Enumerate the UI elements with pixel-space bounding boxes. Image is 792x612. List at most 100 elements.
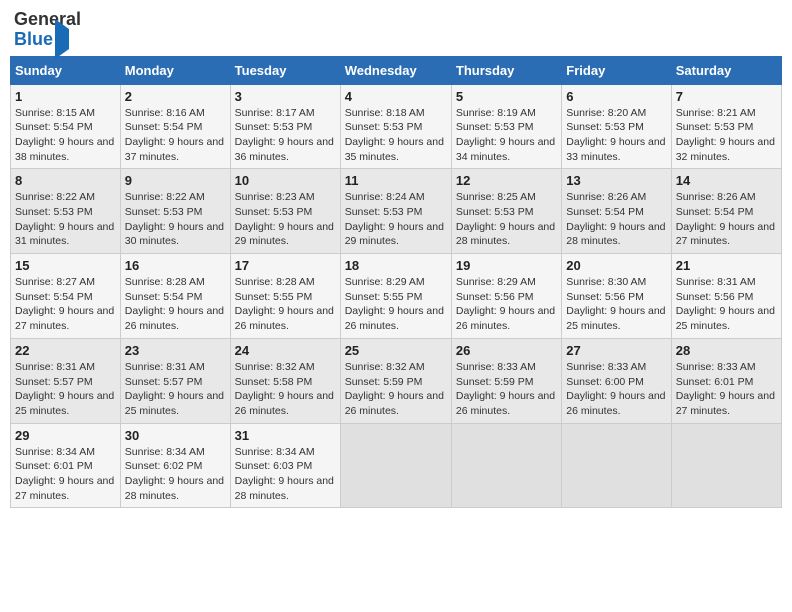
weekday-header-row: SundayMondayTuesdayWednesdayThursdayFrid… <box>11 56 782 84</box>
calendar-cell: 25 Sunrise: 8:32 AM Sunset: 5:59 PM Dayl… <box>340 338 451 423</box>
calendar-cell: 8 Sunrise: 8:22 AM Sunset: 5:53 PM Dayli… <box>11 169 121 254</box>
day-number: 5 <box>456 89 557 104</box>
weekday-monday: Monday <box>120 56 230 84</box>
day-number: 12 <box>456 173 557 188</box>
day-info: Sunrise: 8:21 AM Sunset: 5:53 PM Dayligh… <box>676 106 777 165</box>
calendar-cell: 30 Sunrise: 8:34 AM Sunset: 6:02 PM Dayl… <box>120 423 230 508</box>
calendar-cell: 29 Sunrise: 8:34 AM Sunset: 6:01 PM Dayl… <box>11 423 121 508</box>
calendar-week-2: 8 Sunrise: 8:22 AM Sunset: 5:53 PM Dayli… <box>11 169 782 254</box>
calendar-cell: 14 Sunrise: 8:26 AM Sunset: 5:54 PM Dayl… <box>671 169 781 254</box>
calendar-week-4: 22 Sunrise: 8:31 AM Sunset: 5:57 PM Dayl… <box>11 338 782 423</box>
day-info: Sunrise: 8:25 AM Sunset: 5:53 PM Dayligh… <box>456 190 557 249</box>
day-number: 18 <box>345 258 447 273</box>
day-number: 30 <box>125 428 226 443</box>
day-number: 10 <box>235 173 336 188</box>
calendar-cell: 24 Sunrise: 8:32 AM Sunset: 5:58 PM Dayl… <box>230 338 340 423</box>
day-number: 4 <box>345 89 447 104</box>
day-info: Sunrise: 8:20 AM Sunset: 5:53 PM Dayligh… <box>566 106 666 165</box>
page-header: General Blue <box>10 10 782 50</box>
day-number: 2 <box>125 89 226 104</box>
calendar-cell: 7 Sunrise: 8:21 AM Sunset: 5:53 PM Dayli… <box>671 84 781 169</box>
day-info: Sunrise: 8:17 AM Sunset: 5:53 PM Dayligh… <box>235 106 336 165</box>
calendar-cell <box>451 423 561 508</box>
weekday-tuesday: Tuesday <box>230 56 340 84</box>
day-number: 28 <box>676 343 777 358</box>
day-number: 9 <box>125 173 226 188</box>
day-number: 15 <box>15 258 116 273</box>
calendar-cell: 23 Sunrise: 8:31 AM Sunset: 5:57 PM Dayl… <box>120 338 230 423</box>
calendar-cell: 10 Sunrise: 8:23 AM Sunset: 5:53 PM Dayl… <box>230 169 340 254</box>
calendar-cell: 11 Sunrise: 8:24 AM Sunset: 5:53 PM Dayl… <box>340 169 451 254</box>
day-info: Sunrise: 8:29 AM Sunset: 5:56 PM Dayligh… <box>456 275 557 334</box>
day-number: 3 <box>235 89 336 104</box>
weekday-saturday: Saturday <box>671 56 781 84</box>
calendar-cell: 1 Sunrise: 8:15 AM Sunset: 5:54 PM Dayli… <box>11 84 121 169</box>
logo-arrow-icon <box>55 19 69 59</box>
day-info: Sunrise: 8:28 AM Sunset: 5:54 PM Dayligh… <box>125 275 226 334</box>
day-info: Sunrise: 8:31 AM Sunset: 5:57 PM Dayligh… <box>125 360 226 419</box>
day-info: Sunrise: 8:22 AM Sunset: 5:53 PM Dayligh… <box>125 190 226 249</box>
day-number: 26 <box>456 343 557 358</box>
calendar-cell: 9 Sunrise: 8:22 AM Sunset: 5:53 PM Dayli… <box>120 169 230 254</box>
calendar-cell: 17 Sunrise: 8:28 AM Sunset: 5:55 PM Dayl… <box>230 254 340 339</box>
day-info: Sunrise: 8:19 AM Sunset: 5:53 PM Dayligh… <box>456 106 557 165</box>
day-info: Sunrise: 8:32 AM Sunset: 5:58 PM Dayligh… <box>235 360 336 419</box>
calendar-cell <box>340 423 451 508</box>
calendar-cell: 6 Sunrise: 8:20 AM Sunset: 5:53 PM Dayli… <box>562 84 671 169</box>
day-number: 7 <box>676 89 777 104</box>
day-info: Sunrise: 8:18 AM Sunset: 5:53 PM Dayligh… <box>345 106 447 165</box>
day-number: 27 <box>566 343 666 358</box>
day-info: Sunrise: 8:33 AM Sunset: 6:00 PM Dayligh… <box>566 360 666 419</box>
day-info: Sunrise: 8:33 AM Sunset: 6:01 PM Dayligh… <box>676 360 777 419</box>
day-info: Sunrise: 8:26 AM Sunset: 5:54 PM Dayligh… <box>676 190 777 249</box>
calendar-cell: 16 Sunrise: 8:28 AM Sunset: 5:54 PM Dayl… <box>120 254 230 339</box>
calendar-cell: 12 Sunrise: 8:25 AM Sunset: 5:53 PM Dayl… <box>451 169 561 254</box>
day-info: Sunrise: 8:22 AM Sunset: 5:53 PM Dayligh… <box>15 190 116 249</box>
calendar-cell: 18 Sunrise: 8:29 AM Sunset: 5:55 PM Dayl… <box>340 254 451 339</box>
calendar-table: SundayMondayTuesdayWednesdayThursdayFrid… <box>10 56 782 509</box>
calendar-cell: 4 Sunrise: 8:18 AM Sunset: 5:53 PM Dayli… <box>340 84 451 169</box>
logo-general: General <box>14 9 81 29</box>
day-info: Sunrise: 8:32 AM Sunset: 5:59 PM Dayligh… <box>345 360 447 419</box>
calendar-body: 1 Sunrise: 8:15 AM Sunset: 5:54 PM Dayli… <box>11 84 782 508</box>
day-info: Sunrise: 8:26 AM Sunset: 5:54 PM Dayligh… <box>566 190 666 249</box>
calendar-week-1: 1 Sunrise: 8:15 AM Sunset: 5:54 PM Dayli… <box>11 84 782 169</box>
day-info: Sunrise: 8:29 AM Sunset: 5:55 PM Dayligh… <box>345 275 447 334</box>
calendar-cell: 5 Sunrise: 8:19 AM Sunset: 5:53 PM Dayli… <box>451 84 561 169</box>
calendar-cell: 28 Sunrise: 8:33 AM Sunset: 6:01 PM Dayl… <box>671 338 781 423</box>
weekday-sunday: Sunday <box>11 56 121 84</box>
day-info: Sunrise: 8:31 AM Sunset: 5:56 PM Dayligh… <box>676 275 777 334</box>
day-number: 22 <box>15 343 116 358</box>
day-number: 6 <box>566 89 666 104</box>
day-number: 13 <box>566 173 666 188</box>
calendar-cell: 27 Sunrise: 8:33 AM Sunset: 6:00 PM Dayl… <box>562 338 671 423</box>
calendar-cell: 15 Sunrise: 8:27 AM Sunset: 5:54 PM Dayl… <box>11 254 121 339</box>
day-info: Sunrise: 8:24 AM Sunset: 5:53 PM Dayligh… <box>345 190 447 249</box>
day-info: Sunrise: 8:31 AM Sunset: 5:57 PM Dayligh… <box>15 360 116 419</box>
day-info: Sunrise: 8:28 AM Sunset: 5:55 PM Dayligh… <box>235 275 336 334</box>
calendar-week-3: 15 Sunrise: 8:27 AM Sunset: 5:54 PM Dayl… <box>11 254 782 339</box>
calendar-cell: 21 Sunrise: 8:31 AM Sunset: 5:56 PM Dayl… <box>671 254 781 339</box>
day-info: Sunrise: 8:34 AM Sunset: 6:01 PM Dayligh… <box>15 445 116 504</box>
calendar-cell: 19 Sunrise: 8:29 AM Sunset: 5:56 PM Dayl… <box>451 254 561 339</box>
calendar-week-5: 29 Sunrise: 8:34 AM Sunset: 6:01 PM Dayl… <box>11 423 782 508</box>
calendar-cell: 3 Sunrise: 8:17 AM Sunset: 5:53 PM Dayli… <box>230 84 340 169</box>
day-number: 23 <box>125 343 226 358</box>
day-info: Sunrise: 8:30 AM Sunset: 5:56 PM Dayligh… <box>566 275 666 334</box>
day-info: Sunrise: 8:16 AM Sunset: 5:54 PM Dayligh… <box>125 106 226 165</box>
day-number: 11 <box>345 173 447 188</box>
day-number: 20 <box>566 258 666 273</box>
day-info: Sunrise: 8:15 AM Sunset: 5:54 PM Dayligh… <box>15 106 116 165</box>
day-number: 16 <box>125 258 226 273</box>
day-info: Sunrise: 8:27 AM Sunset: 5:54 PM Dayligh… <box>15 275 116 334</box>
day-info: Sunrise: 8:34 AM Sunset: 6:02 PM Dayligh… <box>125 445 226 504</box>
day-number: 14 <box>676 173 777 188</box>
logo: General Blue <box>14 10 81 50</box>
weekday-wednesday: Wednesday <box>340 56 451 84</box>
calendar-cell: 2 Sunrise: 8:16 AM Sunset: 5:54 PM Dayli… <box>120 84 230 169</box>
day-number: 8 <box>15 173 116 188</box>
calendar-cell: 13 Sunrise: 8:26 AM Sunset: 5:54 PM Dayl… <box>562 169 671 254</box>
day-number: 25 <box>345 343 447 358</box>
day-number: 31 <box>235 428 336 443</box>
day-info: Sunrise: 8:33 AM Sunset: 5:59 PM Dayligh… <box>456 360 557 419</box>
